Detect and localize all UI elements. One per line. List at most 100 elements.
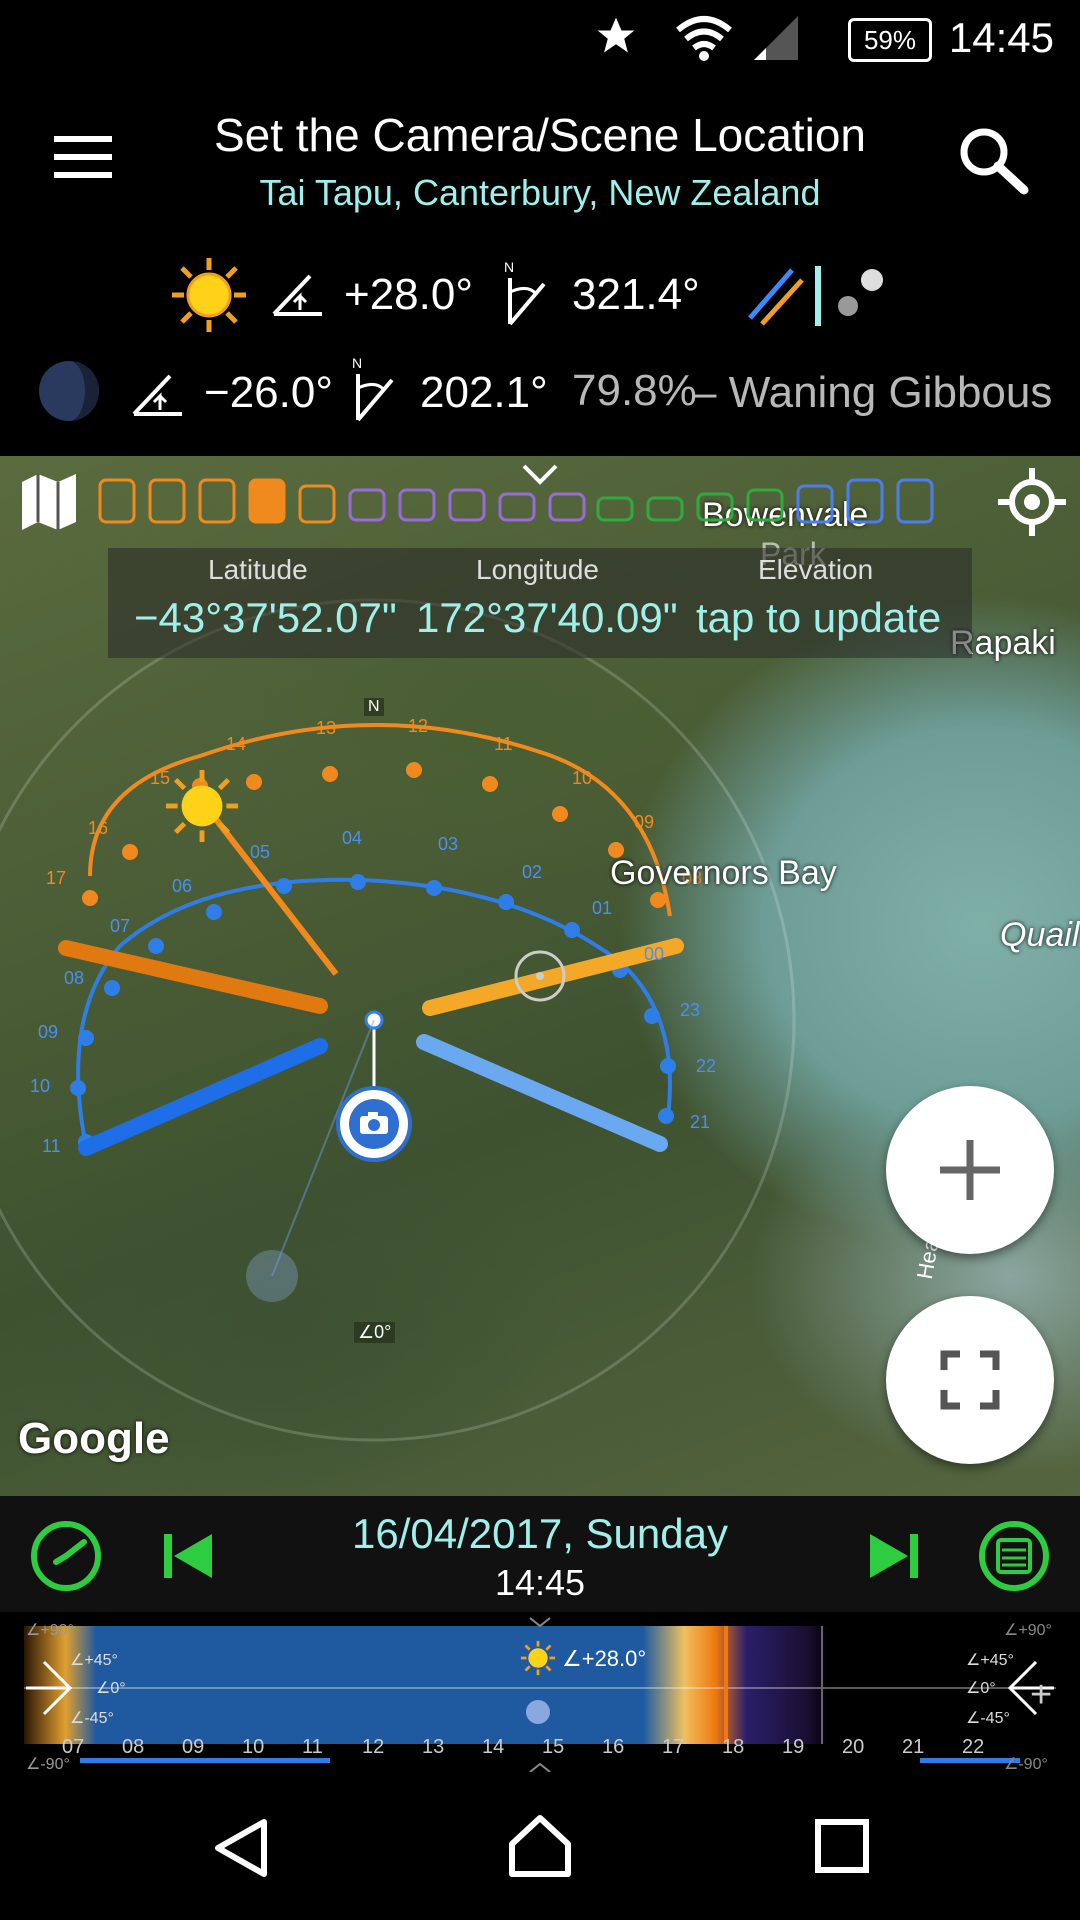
moon-hour-label: 01 [592,898,613,918]
sun-hour-label: 14 [226,734,247,754]
zoom-in-button[interactable] [886,1086,1054,1254]
moon-hour-label: 22 [696,1056,717,1076]
sun-hour-label: 12 [408,716,429,736]
moon-hour-label: 04 [342,828,363,848]
longitude-value: 172°37'40.09" [416,594,678,641]
sun-hour-label: 17 [46,868,67,888]
azimuth-icon: N [504,259,546,326]
moon-info-row[interactable]: −26.0° N 202.1° 79.8% – Waning Gibbous [0,348,1080,438]
sun-hour-label: 16 [88,818,109,838]
map-layers-icon[interactable] [18,470,80,532]
fullscreen-button[interactable] [886,1296,1054,1464]
elevation-timeline[interactable]: ∠+28.0° + ∠+90° ∠+45° ∠0° ∠-45° ∠-90° ∠+… [0,1612,1080,1773]
sun-elevation-marker: ∠+28.0° [562,1646,647,1671]
signal-icon [754,16,798,60]
sun-position-marker[interactable] [164,768,240,844]
angle-label: ∠+45° [966,1652,1014,1669]
recents-icon[interactable] [814,1818,870,1874]
sun-moon-lines-icon[interactable] [744,262,894,328]
back-icon[interactable] [210,1816,274,1880]
chevron-down-icon[interactable] [520,462,560,486]
moon-phase: – Waning Gibbous [692,368,1053,417]
sun-hour-label: 15 [150,768,171,788]
moon-hour-label: 10 [30,1076,51,1096]
location-subtitle[interactable]: Tai Tapu, Canterbury, New Zealand [0,172,1080,214]
moon-hour-label: 07 [110,916,131,936]
hour-tick: 11 [302,1736,323,1758]
moon-hour-label: 09 [38,1022,59,1042]
elevation-update-link[interactable]: tap to update [696,594,941,642]
moon-hour-label: 05 [250,842,271,862]
sun-elevation: +28.0° [344,270,473,319]
moon-hour-label: 02 [522,862,543,882]
map-view[interactable]: 14 13 12 11 10 09 08 15 16 17 04 03 02 0… [0,456,1080,1496]
hour-tick: 18 [722,1736,745,1758]
hour-tick: 16 [602,1736,625,1758]
hour-tick: 15 [542,1736,565,1758]
google-logo: Google [18,1414,170,1463]
moon-hour-label: 06 [172,876,193,896]
angle-label: ∠-45° [966,1710,1010,1727]
latitude-value: −43°37'52.07" [134,594,397,641]
sun-hour-label: 11 [494,734,513,754]
hour-tick: 12 [362,1736,385,1758]
page-title: Set the Camera/Scene Location [213,109,867,161]
hour-tick: 22 [962,1736,985,1758]
elevation-label: Elevation [758,554,874,585]
hour-tick: 10 [242,1736,265,1758]
hour-tick: 13 [422,1736,445,1758]
sun-icon [172,258,246,332]
status-bar: 59% 14:45 [0,0,1080,80]
hour-tick: 08 [122,1736,145,1758]
moon-elevation: −26.0° [204,368,333,417]
search-icon[interactable] [956,124,1030,198]
zoom-plus-icon[interactable]: + [1030,1674,1052,1717]
azimuth-icon: N [352,355,394,422]
svg-text:N: N [504,259,514,275]
sun-hour-label: 13 [316,718,337,738]
moon-hour-label: 11 [42,1136,61,1156]
angle-label: ∠0° [96,1680,126,1697]
place-label: Quail [1000,916,1080,954]
sun-info-row[interactable]: +28.0° N 321.4° [0,250,1080,340]
camera-icon [349,1099,399,1149]
moon-icon [39,361,99,421]
moon-hour-label: 08 [64,968,85,988]
hour-tick: 14 [482,1736,505,1758]
moon-hour-label: 23 [680,1000,701,1020]
angle-label: ∠0° [966,1680,996,1697]
sun-azimuth: 321.4° [572,270,700,319]
angle-label: ∠+90° [1004,1622,1052,1639]
hour-tick: 19 [782,1736,805,1758]
hour-tick: 09 [182,1736,205,1758]
moon-hour-label: 03 [438,834,459,854]
longitude-label: Longitude [476,554,600,585]
my-location-icon[interactable] [998,468,1066,536]
angle-label: ∠+90° [26,1622,74,1639]
calendar-icon[interactable] [976,1518,1052,1594]
battery-indicator: 59% [848,18,932,62]
system-nav-bar [0,1772,1080,1920]
fullscreen-icon [940,1350,1000,1410]
hour-tick: 17 [662,1736,685,1758]
north-marker: N [364,698,384,716]
hour-tick: 21 [902,1736,925,1758]
coordinates-panel[interactable]: Latitude −43°37'52.07" Longitude 172°37'… [108,548,972,658]
angle-label: ∠-45° [70,1710,114,1727]
wifi-icon [676,16,732,61]
sun-hour-label: 10 [572,768,593,788]
place-label: Governors Bay [610,854,837,892]
home-icon[interactable] [506,1812,574,1880]
date-time-bar: 16/04/2017, Sunday 14:45 [0,1496,1080,1612]
angle-label: ∠-90° [1004,1756,1048,1773]
angle-marker: ∠0° [354,1322,396,1343]
svg-text:N: N [352,355,362,371]
camera-pin[interactable] [336,1086,412,1162]
next-icon[interactable] [866,1528,922,1584]
angle-label: ∠+45° [70,1652,118,1669]
sun-marker-icon [520,1640,556,1676]
star-icon [597,17,635,53]
hour-tick: 07 [62,1736,85,1758]
moon-azimuth: 202.1° [420,368,548,417]
sun-hour-label: 09 [634,812,655,832]
